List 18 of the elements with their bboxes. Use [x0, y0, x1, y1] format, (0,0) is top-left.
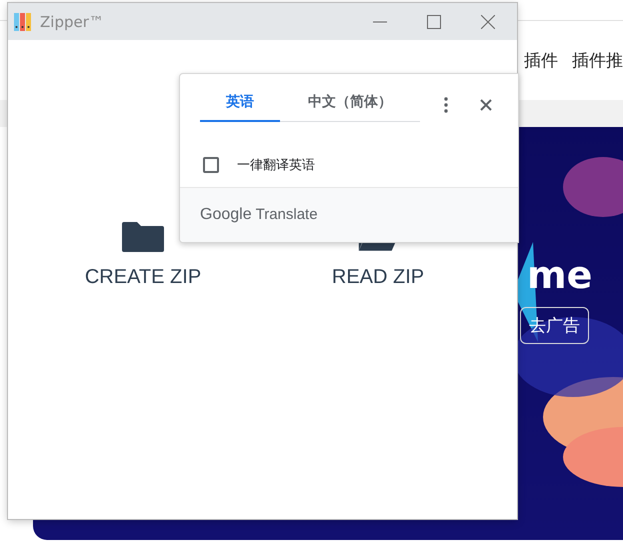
- action-label[interactable]: READ ZIP: [332, 266, 424, 289]
- folder-icon[interactable]: [122, 222, 164, 252]
- maximize-icon[interactable]: [427, 14, 441, 28]
- product-name: Translate: [256, 206, 318, 224]
- nav-link[interactable]: 插件推: [572, 49, 623, 72]
- language-tab[interactable]: 中文（简体）: [280, 93, 420, 122]
- nav-link[interactable]: 插件: [524, 49, 558, 72]
- action-label[interactable]: CREATE ZIP: [84, 266, 202, 289]
- remove-ads-button[interactable]: 去广告: [520, 307, 589, 344]
- close-icon[interactable]: [480, 99, 492, 112]
- more-icon[interactable]: [444, 97, 448, 114]
- language-tab[interactable]: 英语: [200, 93, 280, 122]
- close-icon[interactable]: [481, 14, 495, 28]
- binders-icon: [13, 12, 33, 32]
- brand-logo: Google: [200, 206, 252, 224]
- option-label: 一律翻译英语: [237, 157, 315, 174]
- checkbox[interactable]: [203, 157, 219, 174]
- window-title: Zipper™: [40, 12, 104, 30]
